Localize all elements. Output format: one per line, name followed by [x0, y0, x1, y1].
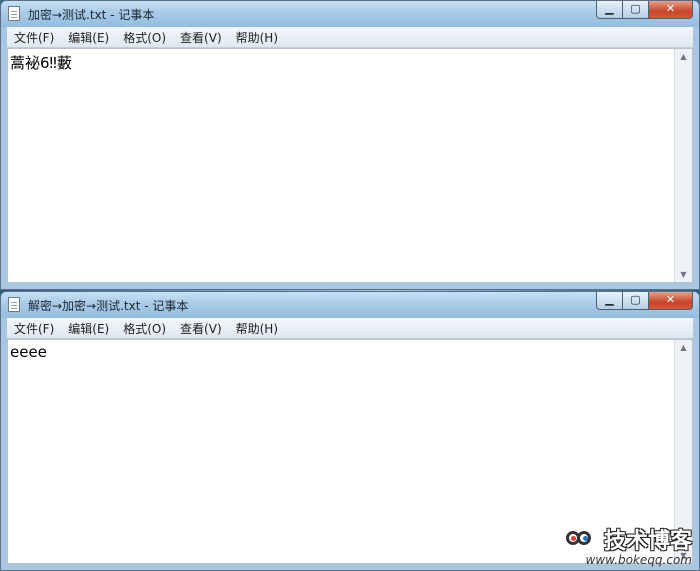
- notepad-document-icon[interactable]: [8, 297, 20, 312]
- window-frame: [693, 27, 699, 289]
- window-frame: [693, 318, 699, 570]
- editor-content[interactable]: 蒿袐6‼藪: [10, 52, 72, 73]
- notepad-document-icon[interactable]: [8, 6, 20, 21]
- maximize-button[interactable]: ▢: [623, 292, 649, 310]
- maximize-icon: ▢: [630, 293, 641, 306]
- window-frame: [1, 283, 699, 289]
- minimize-icon: ▁: [605, 2, 614, 15]
- close-icon: ✕: [665, 293, 676, 306]
- menu-view[interactable]: 查看(V): [173, 29, 229, 46]
- notepad-window-decrypted: 解密→加密→测试.txt - 记事本 ▁ ▢ ✕ 文件(F) 编辑(E) 格式(…: [0, 291, 700, 571]
- minimize-button[interactable]: ▁: [596, 1, 623, 19]
- title-bar[interactable]: 解密→加密→测试.txt - 记事本 ▁ ▢ ✕: [1, 292, 699, 318]
- window-controls: ▁ ▢ ✕: [596, 292, 693, 310]
- scroll-down-icon[interactable]: ▼: [675, 267, 692, 282]
- text-editor[interactable]: 蒿袐6‼藪 ▲ ▼: [7, 48, 693, 283]
- window-title: 解密→加密→测试.txt - 记事本: [28, 299, 189, 313]
- maximize-icon: ▢: [630, 2, 641, 15]
- maximize-button[interactable]: ▢: [623, 1, 649, 19]
- close-button[interactable]: ✕: [649, 292, 693, 310]
- scroll-up-icon[interactable]: ▲: [675, 340, 692, 355]
- menu-view[interactable]: 查看(V): [173, 320, 229, 337]
- menu-help[interactable]: 帮助(H): [229, 320, 285, 337]
- menu-edit[interactable]: 编辑(E): [61, 29, 116, 46]
- window-controls: ▁ ▢ ✕: [596, 1, 693, 19]
- window-frame: [1, 564, 699, 570]
- menu-file[interactable]: 文件(F): [7, 29, 61, 46]
- close-button[interactable]: ✕: [649, 1, 693, 19]
- editor-content[interactable]: eeee: [10, 343, 47, 361]
- menu-help[interactable]: 帮助(H): [229, 29, 285, 46]
- title-bar[interactable]: 加密→测试.txt - 记事本 ▁ ▢ ✕: [1, 1, 699, 27]
- window-title: 加密→测试.txt - 记事本: [28, 8, 155, 22]
- menu-format[interactable]: 格式(O): [116, 320, 173, 337]
- minimize-icon: ▁: [605, 293, 614, 306]
- text-editor[interactable]: eeee ▲ ▼: [7, 339, 693, 564]
- scroll-down-icon[interactable]: ▼: [675, 548, 692, 563]
- close-icon: ✕: [665, 2, 676, 15]
- menu-bar: 文件(F) 编辑(E) 格式(O) 查看(V) 帮助(H): [7, 318, 693, 339]
- scroll-up-icon[interactable]: ▲: [675, 49, 692, 64]
- vertical-scrollbar[interactable]: ▲ ▼: [674, 340, 692, 563]
- notepad-window-encrypted: 加密→测试.txt - 记事本 ▁ ▢ ✕ 文件(F) 编辑(E) 格式(O) …: [0, 0, 700, 290]
- menu-bar: 文件(F) 编辑(E) 格式(O) 查看(V) 帮助(H): [7, 27, 693, 48]
- minimize-button[interactable]: ▁: [596, 292, 623, 310]
- menu-file[interactable]: 文件(F): [7, 320, 61, 337]
- vertical-scrollbar[interactable]: ▲ ▼: [674, 49, 692, 282]
- menu-edit[interactable]: 编辑(E): [61, 320, 116, 337]
- menu-format[interactable]: 格式(O): [116, 29, 173, 46]
